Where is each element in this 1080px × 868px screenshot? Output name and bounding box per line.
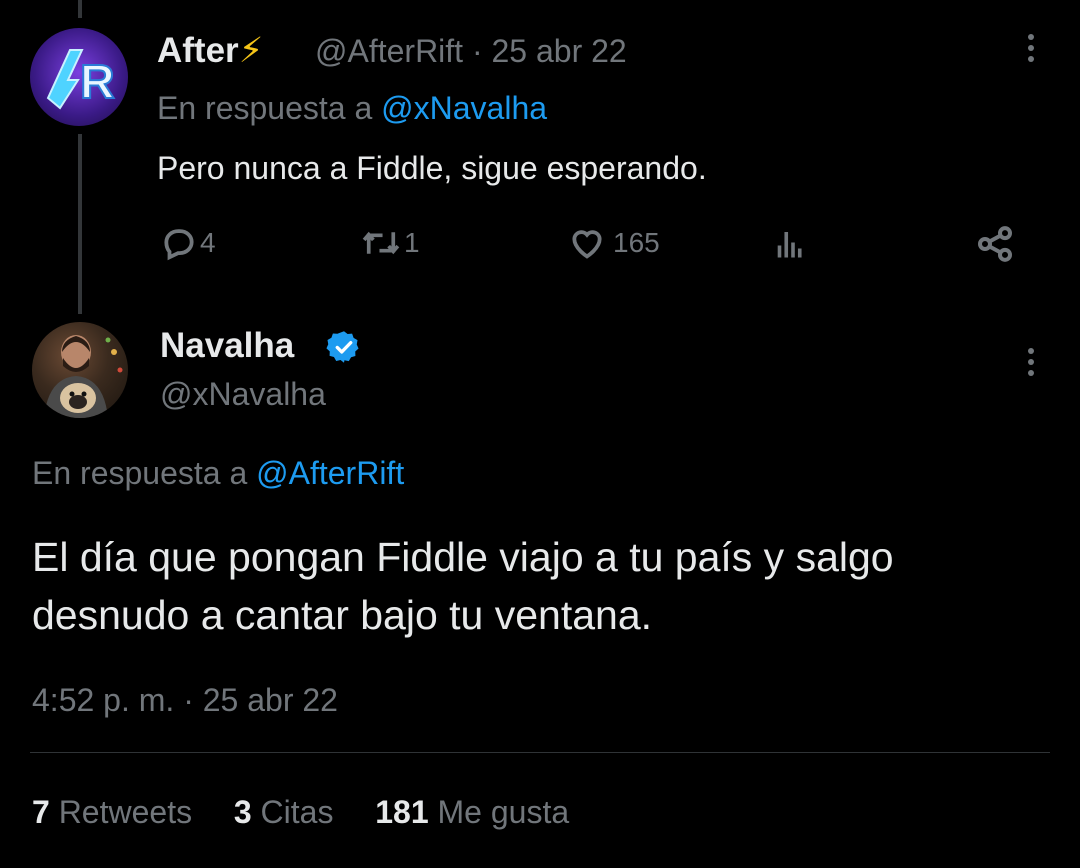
reply-prefix: En respuesta a: [157, 90, 373, 126]
share-button[interactable]: [975, 224, 1015, 264]
retweet-button[interactable]: 1: [358, 224, 420, 262]
more-options-icon[interactable]: [1026, 348, 1036, 381]
reply-prefix: En respuesta a: [32, 455, 248, 491]
reply-button[interactable]: 4: [160, 224, 216, 262]
quotes-stat[interactable]: 3 Citas: [234, 794, 342, 830]
tweet-text-line: desnudo a cantar bajo tu ventana.: [32, 592, 653, 638]
reply-to-link[interactable]: @xNavalha: [381, 90, 547, 126]
author-name[interactable]: After: [157, 31, 239, 70]
lightning-emoji: ⚡: [238, 31, 264, 70]
share-icon: [978, 226, 1012, 262]
likes-label: Me gusta: [437, 794, 570, 830]
retweet-count: 1: [404, 227, 420, 258]
tweet-timestamp[interactable]: 4:52 p. m. · 25 abr 22: [32, 682, 338, 719]
author-name[interactable]: Navalha: [160, 326, 294, 366]
tweet-text: Pero nunca a Fiddle, sigue esperando.: [157, 150, 707, 186]
analytics-button[interactable]: [772, 226, 808, 262]
avatar[interactable]: R: [30, 28, 128, 126]
avatar-logo-letter: R: [80, 56, 115, 109]
thread-line-top: [78, 0, 82, 18]
more-options-icon[interactable]: [1026, 34, 1036, 67]
divider: [30, 752, 1050, 753]
reply-count: 4: [200, 227, 216, 258]
tweet-meta[interactable]: @AfterRift · 25 abr 22: [315, 33, 627, 70]
like-count: 165: [613, 227, 660, 258]
reply-to-link[interactable]: @AfterRift: [256, 455, 404, 491]
tweet-text: El día que pongan Fiddle viajo a tu país…: [32, 528, 894, 644]
heart-icon: [572, 230, 602, 259]
analytics-icon: [777, 232, 802, 258]
retweets-label: Retweets: [58, 794, 193, 830]
avatar[interactable]: [32, 322, 128, 418]
thread-line-middle: [78, 134, 82, 314]
author-handle[interactable]: @xNavalha: [160, 376, 326, 413]
tweet-text-line: El día que pongan Fiddle viajo a tu país…: [32, 534, 894, 580]
retweets-stat[interactable]: 7 Retweets: [32, 794, 201, 830]
verified-badge-icon: [326, 331, 359, 363]
reply-icon: [164, 229, 194, 261]
quotes-label: Citas: [260, 794, 334, 830]
like-button[interactable]: 165: [567, 224, 660, 262]
quotes-count: 3: [233, 794, 252, 830]
likes-stat[interactable]: 181 Me gusta: [375, 794, 569, 830]
retweets-count: 7: [32, 794, 50, 830]
retweet-icon: [362, 231, 400, 255]
likes-count: 181: [375, 794, 429, 830]
